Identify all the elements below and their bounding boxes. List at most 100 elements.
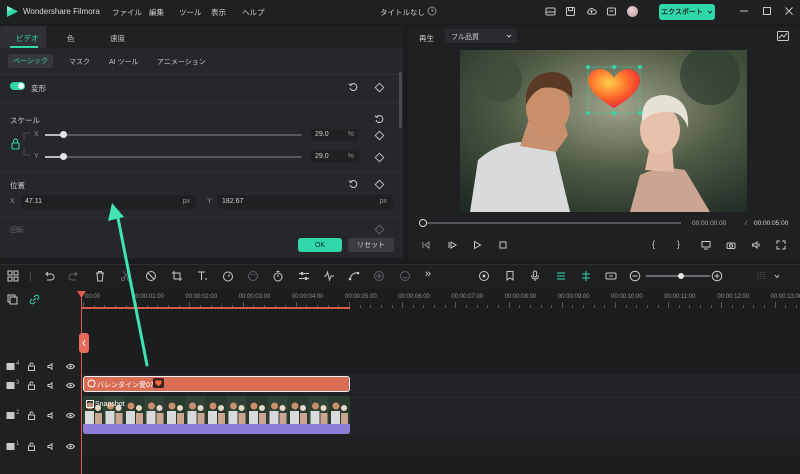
keyframe-scale-x-icon[interactable] <box>374 130 385 141</box>
keyframe-scale-y-icon[interactable] <box>374 152 385 163</box>
zoom-out-icon[interactable] <box>629 270 641 282</box>
reset-position-icon[interactable] <box>348 179 358 189</box>
reset-scale-icon[interactable] <box>374 114 384 124</box>
cloud-upload-icon[interactable] <box>586 6 597 17</box>
reset-button[interactable]: リセット <box>348 238 394 252</box>
fit-timeline-icon[interactable] <box>605 270 617 282</box>
stop-icon[interactable] <box>498 240 508 250</box>
undo-icon[interactable] <box>43 270 55 282</box>
redo-icon[interactable] <box>68 270 80 282</box>
previous-frame-icon[interactable] <box>421 240 431 250</box>
panel-scrollbar[interactable] <box>399 72 402 128</box>
menu-tools[interactable]: ツール <box>179 7 202 18</box>
audio-mix-icon[interactable] <box>323 270 335 282</box>
video-preview[interactable] <box>460 50 747 212</box>
pos-x-field[interactable]: 47.11 px <box>21 195 196 209</box>
tab-video[interactable]: ビデオ <box>16 33 39 44</box>
maximize-icon[interactable] <box>761 5 773 17</box>
add-track-icon[interactable] <box>7 294 18 305</box>
menu-view[interactable]: 表示 <box>211 7 226 18</box>
lock-icon[interactable] <box>27 381 36 390</box>
scale-x-slider[interactable] <box>45 134 302 136</box>
chevron-down-icon[interactable] <box>774 274 780 279</box>
track-1-lane[interactable] <box>80 437 800 457</box>
subtab-mask[interactable]: マスク <box>69 57 90 67</box>
lock-icon[interactable] <box>27 411 36 420</box>
color-palette-icon[interactable] <box>247 270 259 282</box>
scale-x-field[interactable]: 29.0 % <box>311 129 359 141</box>
keyframe-position-icon[interactable] <box>374 179 385 190</box>
reset-transform-icon[interactable] <box>348 82 358 92</box>
microphone-icon[interactable] <box>529 270 541 282</box>
scale-link-icon[interactable] <box>10 129 32 159</box>
speaker-icon[interactable] <box>47 442 56 451</box>
transform-toggle[interactable] <box>10 82 25 90</box>
scale-y-knob[interactable] <box>60 153 67 160</box>
more-tools-icon[interactable]: » <box>425 268 431 280</box>
duration-icon[interactable] <box>272 270 284 282</box>
fullscreen-icon[interactable] <box>776 240 786 250</box>
magnet-link-icon[interactable] <box>580 270 592 282</box>
lock-icon[interactable] <box>27 442 36 451</box>
camera-icon[interactable] <box>726 240 736 250</box>
quality-select[interactable]: フル品質 <box>445 29 517 43</box>
mark-out-icon[interactable]: } <box>677 239 680 249</box>
eye-icon[interactable] <box>66 411 75 420</box>
subtab-basic[interactable]: ベーシック <box>8 54 53 68</box>
text-icon[interactable] <box>196 270 208 282</box>
play-icon[interactable] <box>472 240 482 250</box>
keyframe-rotate-icon[interactable] <box>374 224 385 235</box>
link-icon[interactable] <box>29 294 40 305</box>
scale-y-slider[interactable] <box>45 156 302 158</box>
pos-y-field[interactable]: 182.67 px <box>218 195 393 209</box>
seek-knob[interactable] <box>419 219 427 227</box>
close-icon[interactable] <box>783 5 795 17</box>
user-avatar[interactable] <box>627 6 638 17</box>
menu-edit[interactable]: 編集 <box>149 7 164 18</box>
subtab-animation[interactable]: アニメーション <box>157 57 206 67</box>
track-4-lane[interactable] <box>80 309 800 373</box>
eye-icon[interactable] <box>66 362 75 371</box>
notifications-icon[interactable] <box>606 6 617 17</box>
delete-icon[interactable] <box>94 270 106 282</box>
track-options-icon[interactable] <box>755 270 767 282</box>
marker-icon[interactable] <box>504 270 516 282</box>
menu-file[interactable]: ファイル <box>112 7 142 18</box>
tab-speed[interactable]: 速度 <box>110 33 125 44</box>
snap-icon[interactable] <box>555 270 567 282</box>
speed-timer-icon[interactable] <box>222 270 234 282</box>
scale-y-field[interactable]: 29.0 % <box>311 151 359 163</box>
crop-icon[interactable] <box>171 270 183 282</box>
ai-effect-icon[interactable] <box>373 270 385 282</box>
seek-bar[interactable] <box>423 222 681 224</box>
mark-in-icon[interactable]: { <box>652 239 655 249</box>
snapshot-chart-icon[interactable] <box>777 31 789 41</box>
playhead-handle[interactable] <box>79 333 89 353</box>
keyframe-path-icon[interactable] <box>348 270 360 282</box>
eye-icon[interactable] <box>66 442 75 451</box>
export-button[interactable]: エクスポート <box>659 4 715 20</box>
speaker-icon[interactable] <box>47 381 56 390</box>
zoom-in-icon[interactable] <box>711 270 723 282</box>
tab-color[interactable]: 色 <box>67 33 75 44</box>
lock-icon[interactable] <box>27 362 36 371</box>
apps-grid-icon[interactable] <box>7 270 19 282</box>
speaker-icon[interactable] <box>47 411 56 420</box>
minimize-icon[interactable] <box>738 5 750 17</box>
step-play-icon[interactable] <box>447 240 457 250</box>
volume-icon[interactable] <box>751 240 761 250</box>
speaker-icon[interactable] <box>47 362 56 371</box>
eye-icon[interactable] <box>66 381 75 390</box>
save-icon[interactable] <box>565 6 576 17</box>
menu-help[interactable]: ヘルプ <box>242 7 265 18</box>
keyframe-transform-icon[interactable] <box>374 82 385 93</box>
disable-icon[interactable] <box>145 270 157 282</box>
display-icon[interactable] <box>701 240 711 250</box>
zoom-slider-knob[interactable] <box>678 273 684 279</box>
ok-button[interactable]: OK <box>298 238 342 252</box>
cut-icon[interactable] <box>120 270 132 282</box>
playhead-line[interactable] <box>81 293 82 474</box>
render-preview-icon[interactable] <box>478 270 490 282</box>
sticker-icon[interactable] <box>399 270 411 282</box>
scale-x-knob[interactable] <box>60 131 67 138</box>
